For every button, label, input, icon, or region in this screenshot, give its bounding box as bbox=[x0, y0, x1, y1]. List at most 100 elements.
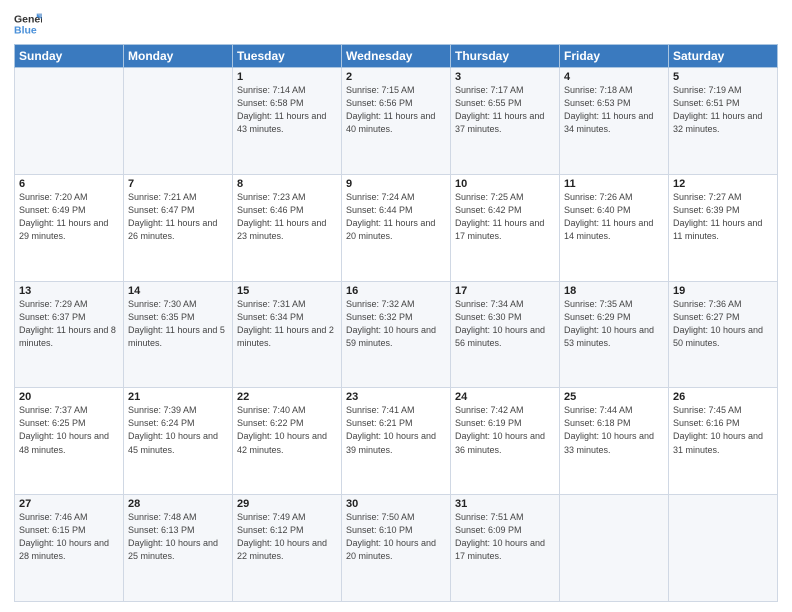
day-info: Sunrise: 7:41 AMSunset: 6:21 PMDaylight:… bbox=[346, 404, 446, 456]
day-info: Sunrise: 7:32 AMSunset: 6:32 PMDaylight:… bbox=[346, 298, 446, 350]
day-number: 5 bbox=[673, 71, 773, 83]
calendar-day-cell bbox=[15, 68, 124, 175]
calendar-day-cell: 8Sunrise: 7:23 AMSunset: 6:46 PMDaylight… bbox=[233, 174, 342, 281]
day-number: 29 bbox=[237, 498, 337, 510]
day-number: 4 bbox=[564, 71, 664, 83]
calendar-week-row: 27Sunrise: 7:46 AMSunset: 6:15 PMDayligh… bbox=[15, 495, 778, 602]
day-number: 28 bbox=[128, 498, 228, 510]
calendar-week-row: 1Sunrise: 7:14 AMSunset: 6:58 PMDaylight… bbox=[15, 68, 778, 175]
calendar-day-cell: 14Sunrise: 7:30 AMSunset: 6:35 PMDayligh… bbox=[124, 281, 233, 388]
weekday-header-cell: Tuesday bbox=[233, 45, 342, 68]
day-number: 19 bbox=[673, 285, 773, 297]
calendar-day-cell: 5Sunrise: 7:19 AMSunset: 6:51 PMDaylight… bbox=[669, 68, 778, 175]
day-info: Sunrise: 7:39 AMSunset: 6:24 PMDaylight:… bbox=[128, 404, 228, 456]
day-info: Sunrise: 7:50 AMSunset: 6:10 PMDaylight:… bbox=[346, 511, 446, 563]
calendar-week-row: 6Sunrise: 7:20 AMSunset: 6:49 PMDaylight… bbox=[15, 174, 778, 281]
calendar-day-cell: 31Sunrise: 7:51 AMSunset: 6:09 PMDayligh… bbox=[451, 495, 560, 602]
weekday-header-cell: Friday bbox=[560, 45, 669, 68]
day-info: Sunrise: 7:26 AMSunset: 6:40 PMDaylight:… bbox=[564, 191, 664, 243]
calendar-week-row: 20Sunrise: 7:37 AMSunset: 6:25 PMDayligh… bbox=[15, 388, 778, 495]
calendar-day-cell: 22Sunrise: 7:40 AMSunset: 6:22 PMDayligh… bbox=[233, 388, 342, 495]
svg-text:Blue: Blue bbox=[14, 25, 37, 37]
day-info: Sunrise: 7:44 AMSunset: 6:18 PMDaylight:… bbox=[564, 404, 664, 456]
weekday-header-cell: Thursday bbox=[451, 45, 560, 68]
day-number: 1 bbox=[237, 71, 337, 83]
header: General Blue bbox=[14, 10, 778, 38]
calendar-body: 1Sunrise: 7:14 AMSunset: 6:58 PMDaylight… bbox=[15, 68, 778, 602]
day-info: Sunrise: 7:45 AMSunset: 6:16 PMDaylight:… bbox=[673, 404, 773, 456]
calendar-day-cell bbox=[669, 495, 778, 602]
day-number: 25 bbox=[564, 391, 664, 403]
day-number: 20 bbox=[19, 391, 119, 403]
day-info: Sunrise: 7:37 AMSunset: 6:25 PMDaylight:… bbox=[19, 404, 119, 456]
calendar-day-cell: 26Sunrise: 7:45 AMSunset: 6:16 PMDayligh… bbox=[669, 388, 778, 495]
weekday-header-cell: Wednesday bbox=[342, 45, 451, 68]
calendar-day-cell: 21Sunrise: 7:39 AMSunset: 6:24 PMDayligh… bbox=[124, 388, 233, 495]
day-number: 22 bbox=[237, 391, 337, 403]
calendar-day-cell: 30Sunrise: 7:50 AMSunset: 6:10 PMDayligh… bbox=[342, 495, 451, 602]
day-number: 27 bbox=[19, 498, 119, 510]
weekday-header-cell: Sunday bbox=[15, 45, 124, 68]
calendar-day-cell: 13Sunrise: 7:29 AMSunset: 6:37 PMDayligh… bbox=[15, 281, 124, 388]
day-number: 6 bbox=[19, 178, 119, 190]
day-info: Sunrise: 7:40 AMSunset: 6:22 PMDaylight:… bbox=[237, 404, 337, 456]
day-number: 11 bbox=[564, 178, 664, 190]
calendar-day-cell: 12Sunrise: 7:27 AMSunset: 6:39 PMDayligh… bbox=[669, 174, 778, 281]
day-info: Sunrise: 7:48 AMSunset: 6:13 PMDaylight:… bbox=[128, 511, 228, 563]
calendar-day-cell: 10Sunrise: 7:25 AMSunset: 6:42 PMDayligh… bbox=[451, 174, 560, 281]
day-number: 17 bbox=[455, 285, 555, 297]
day-info: Sunrise: 7:51 AMSunset: 6:09 PMDaylight:… bbox=[455, 511, 555, 563]
day-info: Sunrise: 7:36 AMSunset: 6:27 PMDaylight:… bbox=[673, 298, 773, 350]
calendar-table: SundayMondayTuesdayWednesdayThursdayFrid… bbox=[14, 44, 778, 602]
calendar-day-cell bbox=[124, 68, 233, 175]
calendar-day-cell: 1Sunrise: 7:14 AMSunset: 6:58 PMDaylight… bbox=[233, 68, 342, 175]
day-number: 16 bbox=[346, 285, 446, 297]
calendar-day-cell: 3Sunrise: 7:17 AMSunset: 6:55 PMDaylight… bbox=[451, 68, 560, 175]
weekday-header-cell: Monday bbox=[124, 45, 233, 68]
calendar-day-cell: 18Sunrise: 7:35 AMSunset: 6:29 PMDayligh… bbox=[560, 281, 669, 388]
calendar-day-cell: 7Sunrise: 7:21 AMSunset: 6:47 PMDaylight… bbox=[124, 174, 233, 281]
calendar-day-cell: 16Sunrise: 7:32 AMSunset: 6:32 PMDayligh… bbox=[342, 281, 451, 388]
day-info: Sunrise: 7:18 AMSunset: 6:53 PMDaylight:… bbox=[564, 84, 664, 136]
day-number: 31 bbox=[455, 498, 555, 510]
day-number: 8 bbox=[237, 178, 337, 190]
day-number: 23 bbox=[346, 391, 446, 403]
day-number: 9 bbox=[346, 178, 446, 190]
weekday-header-cell: Saturday bbox=[669, 45, 778, 68]
page: General Blue SundayMondayTuesdayWednesda… bbox=[0, 0, 792, 612]
day-number: 10 bbox=[455, 178, 555, 190]
day-info: Sunrise: 7:46 AMSunset: 6:15 PMDaylight:… bbox=[19, 511, 119, 563]
day-info: Sunrise: 7:15 AMSunset: 6:56 PMDaylight:… bbox=[346, 84, 446, 136]
calendar-day-cell: 25Sunrise: 7:44 AMSunset: 6:18 PMDayligh… bbox=[560, 388, 669, 495]
calendar-day-cell: 28Sunrise: 7:48 AMSunset: 6:13 PMDayligh… bbox=[124, 495, 233, 602]
day-number: 30 bbox=[346, 498, 446, 510]
calendar-day-cell: 27Sunrise: 7:46 AMSunset: 6:15 PMDayligh… bbox=[15, 495, 124, 602]
logo: General Blue bbox=[14, 10, 42, 38]
day-info: Sunrise: 7:25 AMSunset: 6:42 PMDaylight:… bbox=[455, 191, 555, 243]
calendar-day-cell: 9Sunrise: 7:24 AMSunset: 6:44 PMDaylight… bbox=[342, 174, 451, 281]
calendar-day-cell: 4Sunrise: 7:18 AMSunset: 6:53 PMDaylight… bbox=[560, 68, 669, 175]
day-info: Sunrise: 7:20 AMSunset: 6:49 PMDaylight:… bbox=[19, 191, 119, 243]
day-info: Sunrise: 7:31 AMSunset: 6:34 PMDaylight:… bbox=[237, 298, 337, 350]
day-info: Sunrise: 7:30 AMSunset: 6:35 PMDaylight:… bbox=[128, 298, 228, 350]
calendar-week-row: 13Sunrise: 7:29 AMSunset: 6:37 PMDayligh… bbox=[15, 281, 778, 388]
day-info: Sunrise: 7:24 AMSunset: 6:44 PMDaylight:… bbox=[346, 191, 446, 243]
calendar-day-cell bbox=[560, 495, 669, 602]
day-info: Sunrise: 7:42 AMSunset: 6:19 PMDaylight:… bbox=[455, 404, 555, 456]
day-number: 15 bbox=[237, 285, 337, 297]
day-info: Sunrise: 7:14 AMSunset: 6:58 PMDaylight:… bbox=[237, 84, 337, 136]
day-info: Sunrise: 7:23 AMSunset: 6:46 PMDaylight:… bbox=[237, 191, 337, 243]
day-info: Sunrise: 7:21 AMSunset: 6:47 PMDaylight:… bbox=[128, 191, 228, 243]
day-number: 7 bbox=[128, 178, 228, 190]
weekday-header-row: SundayMondayTuesdayWednesdayThursdayFrid… bbox=[15, 45, 778, 68]
calendar-day-cell: 2Sunrise: 7:15 AMSunset: 6:56 PMDaylight… bbox=[342, 68, 451, 175]
calendar-day-cell: 6Sunrise: 7:20 AMSunset: 6:49 PMDaylight… bbox=[15, 174, 124, 281]
day-info: Sunrise: 7:17 AMSunset: 6:55 PMDaylight:… bbox=[455, 84, 555, 136]
day-info: Sunrise: 7:27 AMSunset: 6:39 PMDaylight:… bbox=[673, 191, 773, 243]
day-info: Sunrise: 7:34 AMSunset: 6:30 PMDaylight:… bbox=[455, 298, 555, 350]
calendar-day-cell: 15Sunrise: 7:31 AMSunset: 6:34 PMDayligh… bbox=[233, 281, 342, 388]
day-number: 21 bbox=[128, 391, 228, 403]
day-number: 24 bbox=[455, 391, 555, 403]
day-number: 12 bbox=[673, 178, 773, 190]
day-number: 2 bbox=[346, 71, 446, 83]
